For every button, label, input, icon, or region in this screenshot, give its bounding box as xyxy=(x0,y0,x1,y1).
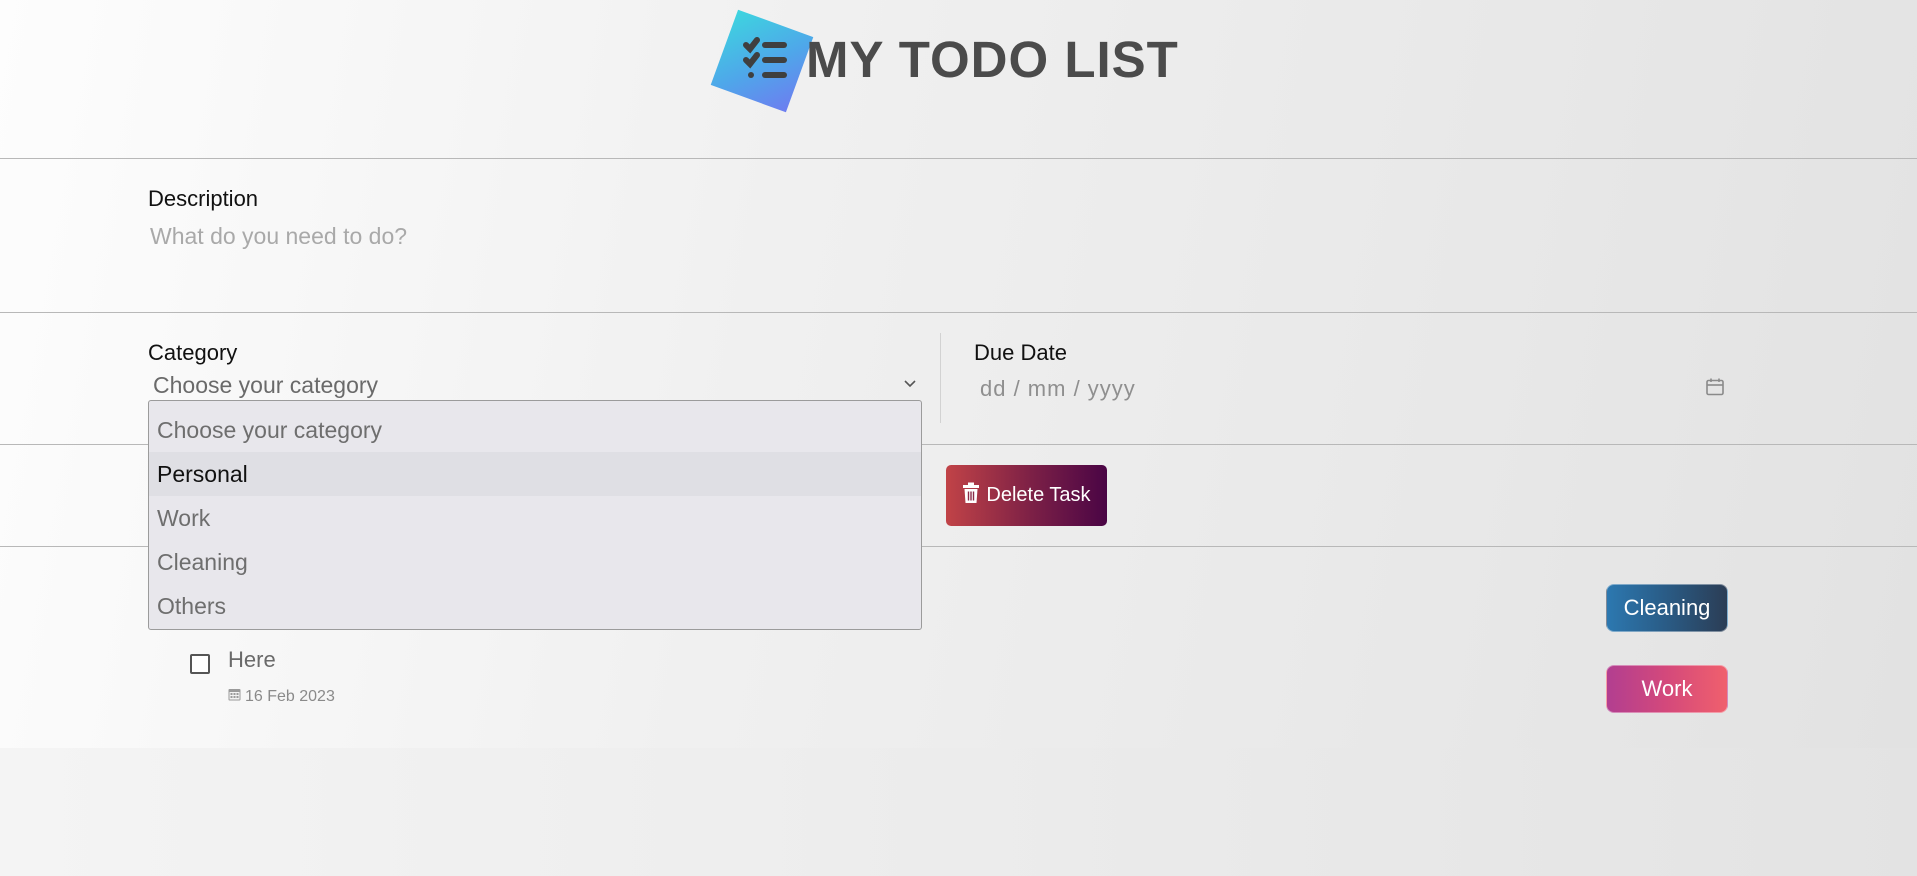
category-badge-cleaning: Cleaning xyxy=(1606,584,1728,632)
due-date-label: Due Date xyxy=(974,340,1067,365)
description-label: Description xyxy=(148,186,259,211)
delete-task-button[interactable]: Delete Task xyxy=(946,465,1107,526)
calendar-icon[interactable] xyxy=(1705,377,1725,402)
task-title: Here xyxy=(228,647,276,672)
delete-task-label: Delete Task xyxy=(986,484,1091,506)
category-label: Category xyxy=(148,340,238,365)
category-select-value: Choose your category xyxy=(153,372,379,398)
due-date-input[interactable]: dd / mm / yyyy xyxy=(980,376,1136,402)
dropdown-option[interactable]: Choose your category xyxy=(149,408,921,452)
category-dropdown: Choose your category Personal Work Clean… xyxy=(148,400,922,630)
dropdown-option[interactable]: Others xyxy=(149,584,921,628)
app-header: MY TODO LIST xyxy=(0,0,1917,159)
dropdown-option[interactable]: Cleaning xyxy=(149,540,921,584)
chevron-down-icon xyxy=(903,376,917,394)
app-title: MY TODO LIST xyxy=(806,31,1179,88)
task-date: 16 Feb 2023 xyxy=(228,687,335,706)
calendar-icon xyxy=(228,687,241,706)
trash-icon xyxy=(962,482,980,510)
task-checkbox[interactable] xyxy=(190,654,210,674)
checklist-icon xyxy=(710,9,814,113)
dropdown-option-highlighted[interactable]: Personal xyxy=(149,452,921,496)
description-input[interactable] xyxy=(148,216,1732,256)
category-badge-work: Work xyxy=(1606,665,1728,713)
section-divider xyxy=(940,333,941,423)
dropdown-option[interactable]: Work xyxy=(149,496,921,540)
task-date-text: 16 Feb 2023 xyxy=(245,687,335,705)
page: MY TODO LIST Description Category Choose… xyxy=(0,0,1917,748)
description-section: Description xyxy=(0,159,1917,313)
